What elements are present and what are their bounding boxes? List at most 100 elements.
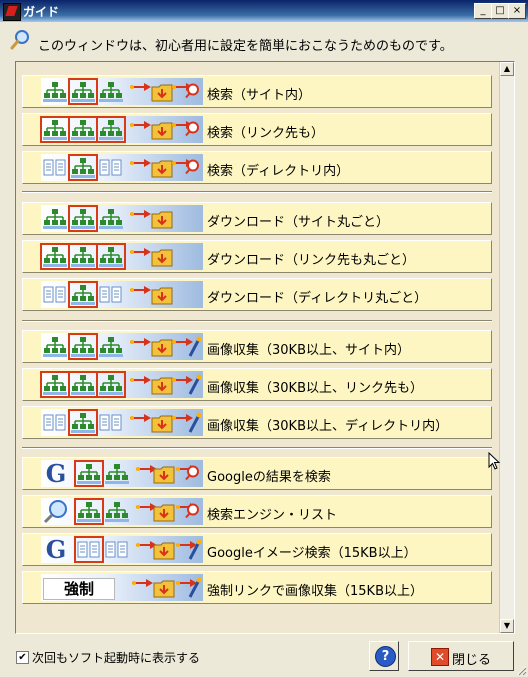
section-separator [22,191,492,193]
close-window-button[interactable]: × [508,3,526,19]
scroll-down-button[interactable]: ▼ [500,619,514,633]
directory-search-banner-icon [41,154,203,181]
guide-item-label: 画像収集（30KB以上、サイト内） [207,343,410,358]
link-download-banner-icon [40,243,203,270]
wand-icon [188,336,201,357]
resize-grip-icon[interactable] [515,664,527,676]
site-search-banner-icon [41,78,203,105]
sitemap-icon [68,371,98,398]
footer: ✔ 次回もソフト起動時に表示する ? ✕ 閉じる [0,636,528,677]
lens-icon [185,83,199,99]
search-engine-list-banner-icon [41,498,203,525]
search-result-pages-icon [74,460,104,487]
show-on-startup-label[interactable]: 次回もソフト起動時に表示する [32,649,200,666]
show-on-startup-checkbox[interactable]: ✔ [16,651,29,664]
guide-item-label: 検索（リンク先も） [207,126,325,141]
guide-item-google-search[interactable]: G Googleの結果を検索 [22,457,492,490]
window-title: ガイド [23,5,60,19]
guide-item-site-image-collect[interactable]: 画像収集（30KB以上、サイト内） [22,330,492,363]
guide-item-forced-link-image-collect[interactable]: 強制 強制リンクで画像収集（15KB以上） [22,571,492,604]
guide-list[interactable]: 検索（サイト内） 検索（リンク先も） 検索（ディレクトリ内） ダウンロード（サイト丸ご… [15,61,515,634]
folder-icon [151,122,173,140]
guide-item-link-image-collect[interactable]: 画像収集（30KB以上、リンク先も） [22,368,492,401]
guide-item-label: ダウンロード（ディレクトリ丸ごと） [207,291,428,306]
wand-icon [188,374,201,395]
sitemap-icon [99,337,123,357]
directory-download-banner-icon [41,281,203,308]
guide-item-directory-download[interactable]: ダウンロード（ディレクトリ丸ごと） [22,278,492,311]
sitemap-icon [99,286,122,303]
sitemap-icon [43,286,66,303]
guide-item-link-search[interactable]: 検索（リンク先も） [22,113,492,146]
link-image-collect-banner-icon [40,371,203,398]
site-image-collect-banner-icon [41,333,203,360]
title-bar[interactable]: ガイド _ □ × [0,0,528,22]
search-result-pages-icon [74,498,104,525]
lens-icon [185,465,199,481]
guide-item-label: ダウンロード（サイト丸ごと） [207,215,390,230]
guide-item-label: 強制リンクで画像収集（15KB以上） [207,584,423,599]
intro-text: このウィンドウは、初心者用に設定を簡単におこなうためのものです。 [38,39,453,54]
sitemap-icon [99,209,123,229]
forced-link-image-collect-banner-icon: 強制 [41,574,203,601]
sitemap-icon [99,82,123,102]
sitemap-icon [40,371,70,398]
sitemap-icon [68,409,98,436]
guide-item-link-download[interactable]: ダウンロード（リンク先も丸ごと） [22,240,492,273]
folder-icon [153,580,175,598]
directory-image-collect-banner-icon [41,409,203,436]
guide-item-label: 画像収集（30KB以上、リンク先も） [207,381,423,396]
sitemap-icon [68,243,98,270]
guide-item-search-engine-list[interactable]: 検索エンジン・リスト [22,495,492,528]
folder-icon [151,84,173,102]
site-download-banner-icon [41,205,203,232]
sitemap-icon [96,371,126,398]
folder-icon [151,211,173,229]
folder-icon [151,249,173,267]
google-search-banner-icon: G [41,460,203,487]
scrollbar[interactable]: ▲ ▼ [499,62,514,633]
guide-item-label: Googleの結果を検索 [207,470,331,485]
guide-item-label: 画像収集（30KB以上、ディレクトリ内） [207,419,449,434]
sitemap-icon [96,243,126,270]
folder-icon [151,377,173,395]
wand-icon [188,577,201,598]
guide-item-directory-image-collect[interactable]: 画像収集（30KB以上、ディレクトリ内） [22,406,492,439]
close-button[interactable]: ✕ 閉じる [408,641,514,671]
search-engine-logo-icon [43,500,67,524]
guide-item-google-image-search[interactable]: G Googleイメージ検索（15KB以上） [22,533,492,566]
sitemap-icon [43,209,67,229]
section-separator [22,447,492,449]
scroll-up-button[interactable]: ▲ [500,62,514,76]
sitemap-icon [40,116,70,143]
spark-arrow-icon [132,579,153,587]
guide-item-label: 検索（ディレクトリ内） [207,164,350,179]
guide-item-site-download[interactable]: ダウンロード（サイト丸ごと） [22,202,492,235]
spark-arrow-icon [130,159,151,167]
guide-item-directory-search[interactable]: 検索（ディレクトリ内） [22,151,492,184]
google-logo-icon: G [45,535,67,564]
forced-badge-icon: 強制 [43,578,115,600]
maximize-button[interactable]: □ [491,3,509,19]
spark-arrow-icon [130,210,151,218]
guide-item-label: Googleイメージ検索（15KB以上） [207,546,417,561]
sitemap-icon [68,281,98,308]
folder-icon [151,415,173,433]
sitemap-icon [99,159,122,176]
google-image-search-banner-icon: G [41,536,203,563]
help-button[interactable]: ? [369,641,399,671]
app-icon[interactable] [3,3,21,21]
minimize-button[interactable]: _ [474,3,492,19]
lens-icon [185,159,199,175]
folder-icon [153,542,175,560]
guide-item-label: ダウンロード（リンク先も丸ごと） [207,253,416,268]
guide-item-label: 検索エンジン・リスト [207,508,338,523]
spark-arrow-icon [130,248,151,256]
guide-item-site-search[interactable]: 検索（サイト内） [22,75,492,108]
sitemap-icon [68,205,98,232]
sitemap-icon [43,159,66,176]
sitemap-icon [43,337,67,357]
google-logo-icon: G [45,459,67,488]
close-button-label: 閉じる [452,653,492,668]
sitemap-icon [68,333,98,360]
